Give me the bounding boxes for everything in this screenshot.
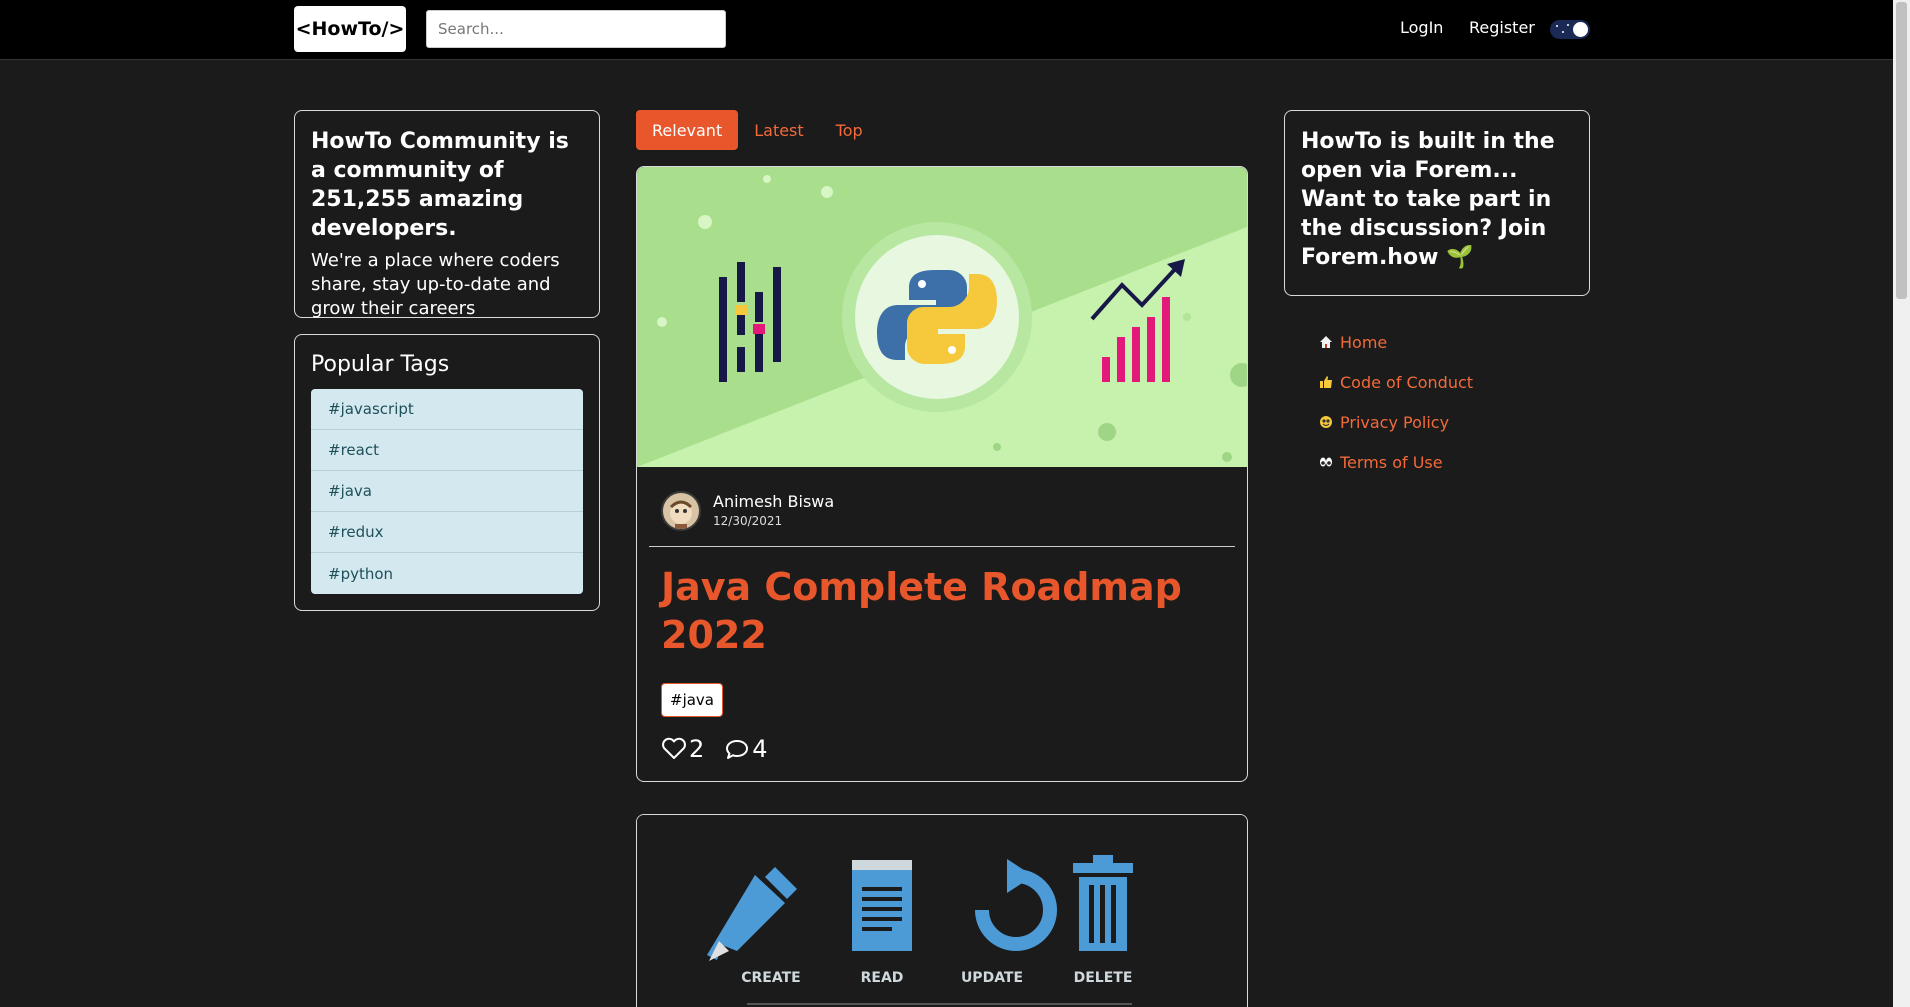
thumbs-up-icon bbox=[1318, 374, 1334, 390]
toggle-knob bbox=[1573, 22, 1588, 37]
forem-text: HowTo is built in the open via Forem... … bbox=[1301, 129, 1555, 270]
community-description: We're a place where coders share, stay u… bbox=[311, 250, 560, 319]
post-title[interactable]: Java Complete Roadmap 2022 bbox=[661, 563, 1221, 659]
popular-tags-title: Popular Tags bbox=[311, 352, 450, 377]
side-link-home[interactable]: Home bbox=[1318, 322, 1473, 362]
author-name[interactable]: Animesh Biswa bbox=[713, 492, 834, 512]
comments-count: 4 bbox=[752, 735, 768, 763]
tag-item-python[interactable]: #python bbox=[311, 553, 583, 594]
star-icon bbox=[1567, 24, 1569, 26]
scrollbar-thumb[interactable] bbox=[1896, 2, 1907, 299]
post-card[interactable]: CREATE READ UPDATE DELETE bbox=[636, 814, 1248, 1007]
side-link-label: Privacy Policy bbox=[1340, 412, 1450, 432]
post-date: 12/30/2021 bbox=[713, 514, 783, 528]
login-link[interactable]: LogIn bbox=[1400, 18, 1443, 37]
community-card: HowTo Community is a community of 251,25… bbox=[294, 110, 600, 319]
crud-label-read: READ bbox=[861, 970, 904, 986]
side-link-label: Code of Conduct bbox=[1340, 372, 1474, 392]
tag-item-javascript[interactable]: #javascript bbox=[311, 389, 583, 430]
crud-label-update: UPDATE bbox=[961, 970, 1023, 986]
page-scrollbar[interactable] bbox=[1893, 0, 1910, 1007]
crud-label-delete: DELETE bbox=[1074, 970, 1133, 986]
crud-label-create: CREATE bbox=[741, 970, 800, 986]
eyes-icon bbox=[1318, 454, 1334, 470]
theme-toggle[interactable] bbox=[1550, 20, 1590, 39]
side-link-label: Home bbox=[1340, 332, 1388, 352]
tag-item-redux[interactable]: #redux bbox=[311, 512, 583, 553]
forem-card: HowTo is built in the open via Forem... … bbox=[1284, 110, 1590, 296]
side-nav: Home Code of Conduct Privacy Policy Term… bbox=[1318, 322, 1473, 482]
smile-icon bbox=[1318, 414, 1334, 430]
house-icon bbox=[1318, 334, 1334, 350]
side-link-privacy-policy[interactable]: Privacy Policy bbox=[1318, 402, 1473, 442]
star-icon bbox=[1562, 31, 1564, 33]
tab-latest[interactable]: Latest bbox=[738, 110, 819, 150]
comment-icon bbox=[726, 740, 749, 759]
search-input[interactable] bbox=[426, 10, 726, 48]
likes-count: 2 bbox=[689, 735, 705, 763]
post-divider bbox=[649, 546, 1235, 547]
site-logo[interactable]: <HowTo/> bbox=[294, 6, 406, 52]
tag-item-java[interactable]: #java bbox=[311, 471, 583, 512]
side-link-terms-of-use[interactable]: Terms of Use bbox=[1318, 442, 1473, 482]
heart-icon bbox=[662, 737, 686, 759]
tab-relevant[interactable]: Relevant bbox=[636, 110, 739, 150]
author-avatar[interactable] bbox=[661, 491, 701, 531]
side-link-label: Terms of Use bbox=[1340, 452, 1443, 472]
top-navbar: <HowTo/> LogIn Register bbox=[0, 0, 1893, 60]
register-link[interactable]: Register bbox=[1469, 18, 1535, 37]
star-icon bbox=[1556, 25, 1558, 27]
likes-stat[interactable]: 2 bbox=[661, 735, 704, 763]
tab-top[interactable]: Top bbox=[820, 110, 879, 150]
notepad-icon bbox=[852, 860, 912, 951]
post-author[interactable]: Animesh Biswa 12/30/2021 bbox=[661, 491, 834, 531]
post-cover-image[interactable] bbox=[637, 167, 1247, 467]
post-tag[interactable]: #java bbox=[661, 683, 723, 717]
tag-list: #javascript #react #java #redux #python bbox=[311, 389, 583, 594]
comments-stat[interactable]: 4 bbox=[724, 735, 768, 763]
side-link-code-of-conduct[interactable]: Code of Conduct bbox=[1318, 362, 1473, 402]
community-heading: HowTo Community is a community of 251,25… bbox=[311, 129, 569, 241]
post-stats: 2 4 bbox=[661, 735, 788, 763]
feed-tabs: Relevant Latest Top bbox=[636, 110, 879, 150]
trash-icon bbox=[1073, 855, 1133, 951]
post-card[interactable]: Animesh Biswa 12/30/2021 Java Complete R… bbox=[636, 166, 1248, 782]
tag-item-react[interactable]: #react bbox=[311, 430, 583, 471]
post-cover-image[interactable]: CREATE READ UPDATE DELETE bbox=[637, 815, 1247, 1007]
popular-tags-card: Popular Tags #javascript #react #java #r… bbox=[294, 334, 600, 611]
